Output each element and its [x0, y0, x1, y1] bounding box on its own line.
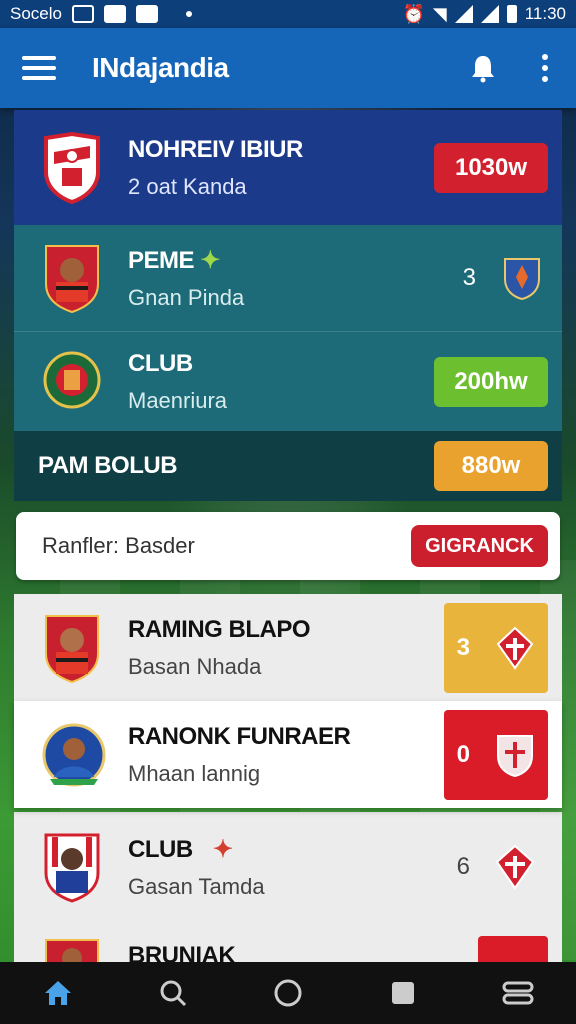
signal-icon — [454, 5, 473, 23]
status-bar: Socelo ⏰ ◥ 11:30 — [0, 0, 576, 28]
carrier-label: Socelo — [10, 4, 62, 23]
club-subtitle: Maenriura — [128, 387, 228, 413]
club-crest-icon — [42, 131, 102, 204]
shield-icon — [497, 734, 534, 777]
featured-row-2[interactable]: PEME ✦ Gnan Pinda 3 — [14, 225, 562, 331]
player-crest-icon — [42, 922, 102, 962]
shield-icon — [496, 844, 535, 890]
club-name: PEME ✦ — [128, 246, 220, 274]
menu-icon[interactable] — [22, 56, 56, 80]
list-item[interactable]: BRUNIAK — [14, 922, 562, 962]
player-crest-icon — [42, 719, 106, 791]
app-title: INdajandia — [92, 52, 229, 83]
player-subtitle: Basan Nhada — [128, 653, 262, 679]
club-subtitle: 2 oat Kanda — [128, 173, 247, 199]
signal-icon-2 — [480, 5, 499, 23]
score-box[interactable]: 3 — [444, 602, 548, 693]
player-subtitle: Mhaan lannig — [128, 760, 261, 786]
score-box[interactable] — [478, 936, 548, 962]
battery-icon — [506, 5, 517, 23]
list-item-selected[interactable]: RANONK FUNRAER Mhaan lannig 0 — [14, 701, 562, 808]
wifi-icon: ◥ — [432, 3, 447, 24]
list-item[interactable]: RAMING BLAPO Basan Nhada 3 — [14, 594, 562, 701]
clock-time: 11:30 — [524, 4, 566, 23]
star-icon: ✦ — [200, 246, 220, 274]
home-icon[interactable] — [38, 973, 78, 1013]
message-notification-icon — [135, 5, 158, 23]
star-icon: ✦ — [212, 835, 233, 863]
player-crest-icon — [42, 612, 102, 684]
switch-app-icon[interactable] — [498, 973, 538, 1013]
search-input[interactable]: Ranfler: Basder — [42, 533, 195, 559]
bottom-navigation — [0, 962, 576, 1024]
notifications-bell-icon[interactable] — [468, 53, 498, 83]
featured-row-3[interactable]: CLUB Maenriura 200hw — [14, 331, 562, 431]
search-field[interactable]: Ranfler: Basder GIGRANCK — [16, 512, 560, 580]
recents-square-icon[interactable] — [383, 973, 423, 1013]
value-badge[interactable]: 1030w — [434, 142, 548, 193]
search-icon[interactable] — [153, 973, 193, 1013]
player-name: RAMING BLAPO — [128, 615, 311, 643]
section-row[interactable]: PAM BOLUB 880w — [14, 431, 562, 501]
image-notification-icon — [71, 5, 94, 23]
player-subtitle: Gasan Tamda — [128, 873, 265, 899]
list-item[interactable]: CLUB ✦ Gasan Tamda 6 — [14, 812, 562, 922]
score-value: 3 — [456, 633, 471, 661]
club-crest-icon — [42, 346, 102, 418]
club-name: NOHREIV IBIUR — [128, 135, 303, 163]
section-title: PAM BOLUB — [38, 452, 178, 479]
search-button[interactable]: GIGRANCK — [411, 525, 548, 567]
more-notifications-icon — [185, 11, 192, 17]
value-badge[interactable]: 200hw — [434, 356, 548, 407]
value-badge[interactable]: 880w — [434, 441, 548, 491]
app-notification-icon — [103, 5, 126, 23]
player-name: CLUB ✦ — [128, 835, 233, 863]
player-crest-icon — [42, 831, 102, 903]
player-crest-icon — [42, 242, 102, 314]
club-subtitle: Gnan Pinda — [128, 284, 245, 310]
player-name: BRUNIAK — [128, 942, 236, 962]
score-box[interactable]: 6 — [444, 844, 548, 890]
score-value: 0 — [456, 740, 471, 768]
alarm-icon: ⏰ — [402, 3, 425, 24]
overflow-menu-icon[interactable] — [536, 54, 554, 82]
score-value: 6 — [456, 853, 471, 880]
featured-row-1[interactable]: NOHREIV IBIUR 2 oat Kanda 1030w — [14, 110, 562, 225]
shield-icon — [497, 626, 534, 670]
home-circle-icon[interactable] — [268, 973, 308, 1013]
app-bar: INdajandia — [0, 28, 576, 108]
score-value: 3 — [462, 264, 476, 291]
shield-icon — [504, 258, 540, 301]
player-name: RANONK FUNRAER — [128, 722, 351, 750]
score-box[interactable]: 0 — [444, 709, 548, 800]
club-name: CLUB — [128, 349, 193, 377]
